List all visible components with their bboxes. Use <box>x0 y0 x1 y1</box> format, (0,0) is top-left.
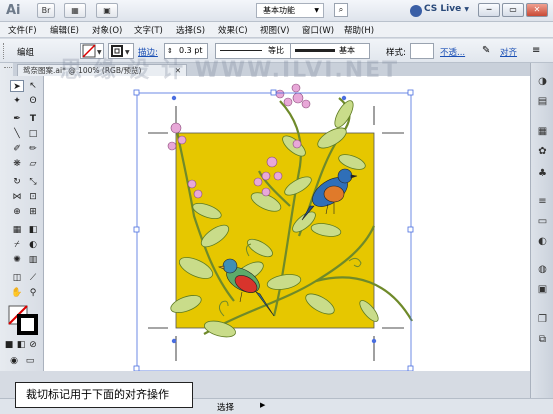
style-swatch[interactable] <box>410 43 434 59</box>
arrange-documents-button[interactable]: ▦ <box>64 3 86 18</box>
menu-object[interactable]: 对象(O) <box>92 24 122 36</box>
free-transform-tool-icon[interactable]: ⊡ <box>26 191 40 203</box>
hand-tool-icon[interactable]: ✋ <box>10 287 24 299</box>
color-panel-icon[interactable]: ◑ <box>535 75 550 89</box>
pencil-tool-icon[interactable]: ✏ <box>26 143 40 155</box>
title-bar: Ai Br ▦ ▣ 基本功能 ▼ ⌕ CS Live ▼ ─ ▭ ✕ <box>0 0 553 22</box>
artwork[interactable] <box>44 76 530 371</box>
search-icon[interactable]: ⌕ <box>334 3 348 17</box>
menu-select[interactable]: 选择(S) <box>176 24 205 36</box>
symbols-panel-icon[interactable]: ♣ <box>535 167 550 181</box>
pen-tool-icon[interactable]: ✒ <box>10 113 24 125</box>
chevron-right-icon[interactable]: ▶ <box>260 401 265 409</box>
eraser-tool-icon[interactable]: ▱ <box>26 158 40 170</box>
rectangle-tool-icon[interactable]: □ <box>26 128 40 140</box>
watermark: 思 缘 设 计 WWW.ILVI.NET <box>60 58 400 83</box>
scale-tool-icon[interactable]: ⤡ <box>26 176 40 188</box>
cs-live-button[interactable]: CS Live ▼ <box>424 4 469 14</box>
menu-type[interactable]: 文字(T) <box>134 24 163 36</box>
type-tool-icon[interactable]: T <box>26 113 40 125</box>
selection-tool-icon[interactable]: ➤ <box>10 80 24 92</box>
transparency-panel-icon[interactable]: ◐ <box>535 235 550 249</box>
layers-panel-icon[interactable]: ❐ <box>535 313 550 327</box>
menu-edit[interactable]: 编辑(E) <box>50 24 79 36</box>
screen-mode-icon[interactable]: ▭ <box>24 355 36 367</box>
menu-bar: 文件(F) 编辑(E) 对象(O) 文字(T) 选择(S) 效果(C) 视图(V… <box>0 22 553 38</box>
color-mode-icon[interactable]: ■ <box>4 339 14 351</box>
magic-wand-tool-icon[interactable]: ✦ <box>10 95 24 107</box>
fill-stroke-widget[interactable] <box>8 305 38 335</box>
lasso-tool-icon[interactable]: ʘ <box>26 95 40 107</box>
graphic-styles-panel-icon[interactable]: ▣ <box>535 283 550 297</box>
artboards-panel-icon[interactable]: ⧉ <box>535 333 550 347</box>
artboard-tool-icon[interactable]: ◫ <box>10 272 24 284</box>
slice-tool-icon[interactable]: ⟋ <box>26 272 40 284</box>
close-button[interactable]: ✕ <box>526 3 548 17</box>
none-mode-icon[interactable]: ⊘ <box>28 339 38 351</box>
shape-builder-tool-icon[interactable]: ⊕ <box>10 206 24 218</box>
menu-help[interactable]: 帮助(H) <box>344 24 374 36</box>
gradient-panel-icon[interactable]: ▭ <box>535 215 550 229</box>
symbol-sprayer-tool-icon[interactable]: ✺ <box>10 254 24 266</box>
minimize-button[interactable]: ─ <box>478 3 500 17</box>
screen-mode-button[interactable]: ▣ <box>96 3 118 18</box>
blob-brush-tool-icon[interactable]: ❋ <box>10 158 24 170</box>
appearance-panel-icon[interactable]: ◍ <box>535 263 550 277</box>
menu-view[interactable]: 视图(V) <box>260 24 289 36</box>
gradient-tool-icon[interactable]: ◧ <box>26 224 40 236</box>
maximize-button[interactable]: ▭ <box>502 3 524 17</box>
width-tool-icon[interactable]: ⋈ <box>10 191 24 203</box>
direct-selection-tool-icon[interactable]: ↖ <box>26 80 40 92</box>
profile-preview <box>220 50 262 51</box>
blend-tool-icon[interactable]: ◐ <box>26 239 40 251</box>
paintbrush-tool-icon[interactable]: ✐ <box>10 143 24 155</box>
panel-grip[interactable] <box>3 43 6 59</box>
align-link[interactable]: 对齐 <box>500 46 517 58</box>
swatches-panel-icon[interactable]: ▦ <box>535 125 550 139</box>
brushes-panel-icon[interactable]: ✿ <box>535 145 550 159</box>
rotate-tool-icon[interactable]: ↻ <box>10 176 24 188</box>
tools-panel: ➤ ↖ ✦ ʘ ✒ T ╲ □ ✐ ✏ ❋ ▱ ↻ ⤡ ⋈ ⊡ ⊕ ⊞ ▦ ◧ … <box>0 63 44 371</box>
workspace-switcher[interactable]: 基本功能 ▼ <box>256 3 324 18</box>
gradient-mode-icon[interactable]: ◧ <box>16 339 26 351</box>
perspective-grid-tool-icon[interactable]: ⊞ <box>26 206 40 218</box>
cs-live-label: CS Live <box>424 4 462 14</box>
draw-mode-icon[interactable]: ◉ <box>8 355 20 367</box>
fill-stroke-icon <box>8 305 38 335</box>
bridge-button[interactable]: Br <box>37 3 55 18</box>
right-panel-dock: ◑ ▤ ▦ ✿ ♣ ≡ ▭ ◐ ◍ ▣ ❐ ⧉ <box>530 63 553 408</box>
status-text[interactable]: 选择 <box>217 401 234 413</box>
canvas[interactable] <box>44 76 530 371</box>
chevron-down-icon: ▼ <box>464 6 469 13</box>
eyedropper-tool-icon[interactable]: ⌿ <box>10 239 24 251</box>
menu-window[interactable]: 窗口(W) <box>302 24 334 36</box>
line-tool-icon[interactable]: ╲ <box>10 128 24 140</box>
column-graph-tool-icon[interactable]: ▥ <box>26 254 40 266</box>
menu-effect[interactable]: 效果(C) <box>218 24 248 36</box>
mesh-tool-icon[interactable]: ▦ <box>10 224 24 236</box>
zoom-tool-icon[interactable]: ⚲ <box>26 287 40 299</box>
color-guide-icon[interactable]: ▤ <box>535 95 550 109</box>
illustrator-logo: Ai <box>6 3 21 18</box>
stroke-panel-icon[interactable]: ≡ <box>535 195 550 209</box>
menu-file[interactable]: 文件(F) <box>8 24 37 36</box>
caption-box: 裁切标记用于下面的对齐操作 <box>15 382 193 408</box>
selection-type-label: 编组 <box>17 48 35 58</box>
cs-live-icon <box>410 5 422 17</box>
recolor-icon[interactable]: ✎ <box>482 45 494 57</box>
opacity-link[interactable]: 不透... <box>440 46 465 58</box>
chevron-down-icon: ▼ <box>314 7 319 14</box>
panel-menu-icon[interactable]: ≡ <box>532 44 546 58</box>
workspace-label: 基本功能 <box>263 6 295 15</box>
